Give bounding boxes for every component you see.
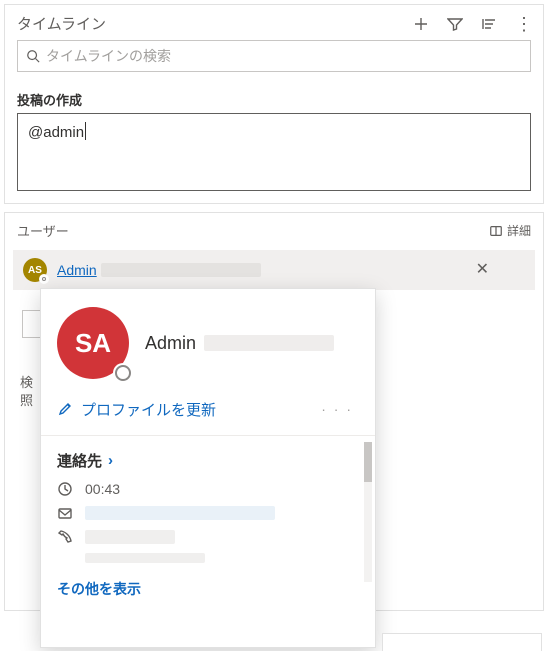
timeline-panel: タイムライン ⋮ タイムラインの検索 投稿の作成 @admin: [4, 4, 544, 204]
timeline-header-actions: ⋮: [413, 16, 531, 32]
phone-icon: [57, 529, 73, 545]
compose-label: 投稿の作成: [5, 82, 543, 113]
compose-wrap: @admin: [5, 113, 543, 203]
profile-display-name: Admin: [145, 333, 334, 354]
search-input[interactable]: タイムラインの検索: [17, 40, 531, 72]
avatar: AS: [23, 258, 47, 282]
users-header: ユーザー 詳細: [5, 213, 543, 246]
suggestion-name[interactable]: Admin: [57, 262, 97, 278]
edit-profile-button[interactable]: プロファイルを更新: [57, 399, 216, 420]
redacted-text: [101, 263, 261, 277]
profile-card-header: SA Admin: [41, 289, 375, 391]
contact-phone-extra: [85, 553, 359, 563]
compose-value: @admin: [28, 124, 84, 141]
add-icon[interactable]: [413, 16, 429, 32]
profile-card-body: 連絡先 › 00:43 その他を表示: [41, 435, 375, 645]
more-icon[interactable]: ⋮: [515, 16, 531, 32]
contact-time-value: 00:43: [85, 481, 120, 497]
timeline-title: タイムライン: [17, 13, 413, 34]
search-placeholder: タイムラインの検索: [46, 46, 171, 66]
avatar-initials: AS: [28, 265, 42, 276]
users-header-label: ユーザー: [17, 221, 69, 240]
background-text: 照: [20, 390, 33, 409]
more-actions-button[interactable]: · · ·: [315, 397, 359, 421]
sort-icon[interactable]: [481, 16, 497, 32]
mail-icon: [57, 505, 73, 521]
redacted-line: [85, 553, 205, 563]
redacted-email: [85, 506, 275, 520]
text-caret: [85, 122, 86, 140]
mention-suggestion[interactable]: AS Admin ✕: [13, 250, 535, 290]
clock-icon: [57, 481, 73, 497]
contact-phone-row[interactable]: [57, 529, 359, 545]
avatar-initials: SA: [75, 328, 111, 359]
avatar: SA: [57, 307, 129, 379]
filter-icon[interactable]: [447, 16, 463, 32]
presence-indicator: [113, 363, 133, 383]
timeline-header: タイムライン ⋮: [5, 5, 543, 40]
redacted-phone: [85, 530, 175, 544]
profile-name-text: Admin: [145, 333, 196, 354]
chevron-right-icon: ›: [108, 452, 113, 469]
close-icon[interactable]: ✕: [470, 258, 495, 282]
search-icon: [26, 49, 40, 63]
presence-indicator: [39, 274, 49, 284]
profile-card-actions: プロファイルを更新 · · ·: [41, 391, 375, 435]
edit-profile-label: プロファイルを更新: [81, 399, 216, 420]
detail-button[interactable]: 詳細: [489, 222, 531, 239]
background-text: 検: [20, 372, 33, 391]
contacts-header-label: 連絡先: [57, 450, 102, 471]
redacted-text: [204, 335, 334, 351]
profile-card: SA Admin プロファイルを更新 · · · 連絡先 ›: [40, 288, 376, 648]
contact-email-row[interactable]: [57, 505, 359, 521]
partial-element: [382, 633, 542, 651]
scrollbar[interactable]: [364, 442, 372, 582]
contact-time-row: 00:43: [57, 481, 359, 497]
show-more-button[interactable]: その他を表示: [57, 579, 359, 599]
detail-icon: [489, 224, 503, 238]
timeline-search-row: タイムラインの検索: [5, 40, 543, 82]
detail-label: 詳細: [507, 222, 531, 239]
scrollbar-thumb[interactable]: [364, 442, 372, 482]
contacts-header[interactable]: 連絡先 ›: [57, 450, 359, 471]
edit-icon: [57, 401, 73, 417]
compose-input[interactable]: @admin: [17, 113, 531, 191]
